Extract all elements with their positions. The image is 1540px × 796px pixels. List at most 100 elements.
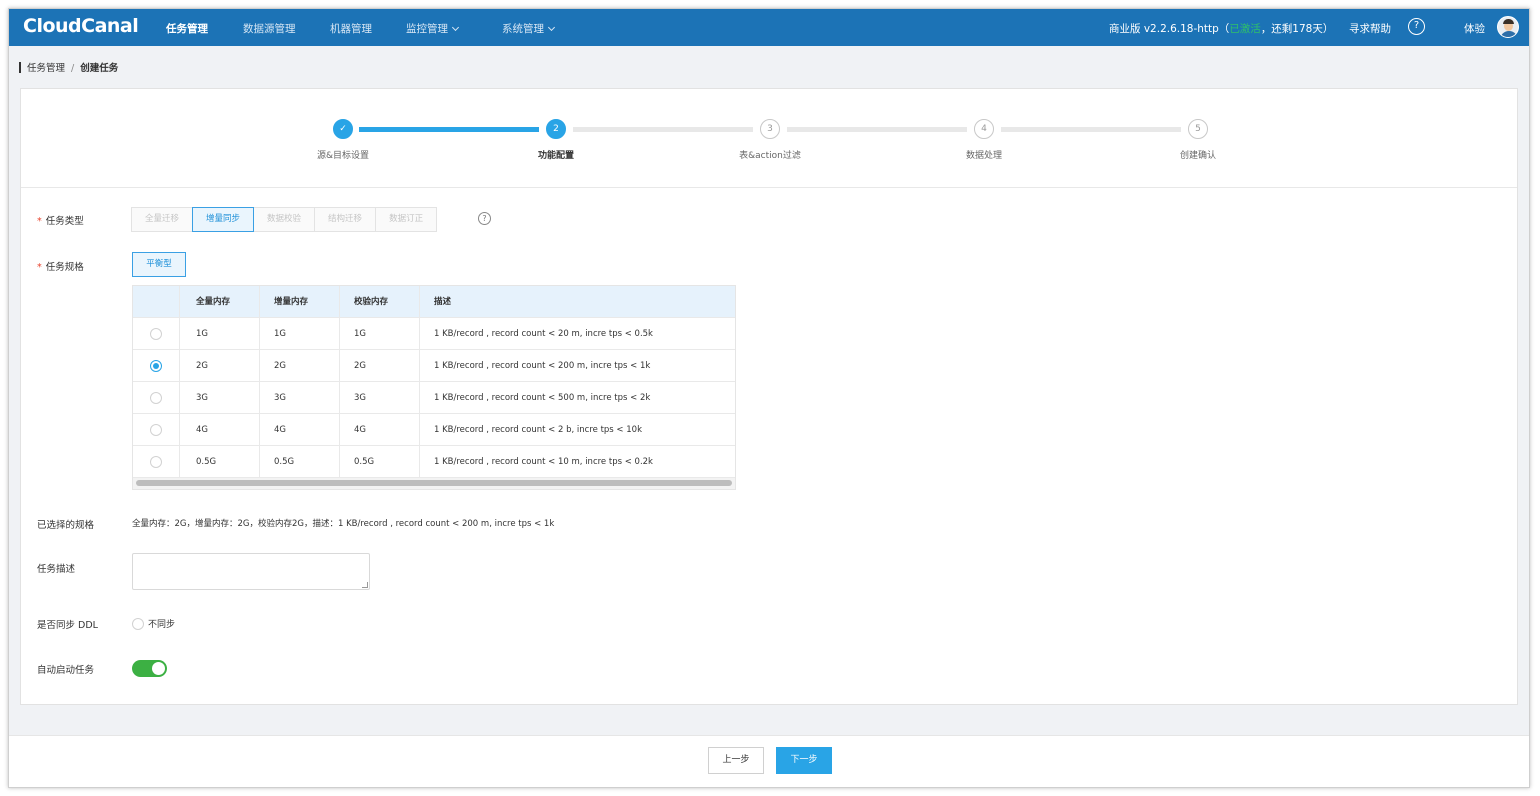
footer-bar: 上一步 下一步	[9, 735, 1529, 787]
cell-description: 1 KB/record , record count < 2 b, incre …	[419, 414, 735, 445]
cell-description: 1 KB/record , record count < 20 m, incre…	[419, 318, 735, 349]
step-4-circle: 4	[974, 119, 994, 139]
cell-incr-memory: 1G	[259, 318, 339, 349]
required-mark: *	[37, 262, 42, 273]
version-suffix: ，还剩178天）	[1260, 23, 1334, 35]
breadcrumb-parent[interactable]: 任务管理	[27, 63, 65, 74]
step-connector-4	[1001, 127, 1181, 132]
step-1-done-icon: ✓	[333, 119, 353, 139]
step-3-circle: 3	[760, 119, 780, 139]
create-task-card: ✓ 2 3 4 5 源&目标设置 功能配置 表&action过滤 数据处理 创建…	[20, 88, 1518, 705]
avatar-hair-shape	[1503, 19, 1514, 24]
table-row[interactable]: 1G 1G 1G 1 KB/record , record count < 20…	[133, 318, 735, 350]
nav-item-task-management[interactable]: 任务管理	[166, 21, 208, 36]
table-header-row: 全量内存 增量内存 校验内存 描述	[133, 286, 735, 318]
table-row[interactable]: 0.5G 0.5G 0.5G 1 KB/record , record coun…	[133, 446, 735, 478]
task-type-incremental-sync[interactable]: 增量同步	[192, 207, 255, 232]
chevron-down-icon	[451, 23, 460, 32]
spec-balanced-tab[interactable]: 平衡型	[132, 252, 186, 277]
cell-check-memory: 0.5G	[339, 446, 419, 477]
version-prefix: 商业版 v2.2.6.18-http（	[1109, 23, 1230, 35]
task-type-selector: 全量迁移 增量同步 数据校验 结构迁移 数据订正	[131, 207, 438, 232]
scrollbar-thumb[interactable]	[136, 480, 732, 486]
steps-divider	[21, 187, 1517, 188]
column-header-description: 描述	[419, 286, 735, 317]
table-row[interactable]: 2G 2G 2G 1 KB/record , record count < 20…	[133, 350, 735, 382]
selected-spec-label: 已选择的规格	[37, 520, 95, 531]
step-2-label: 功能配置	[537, 151, 574, 161]
task-type-label: * 任务类型	[37, 213, 84, 227]
step-3-label: 表&action过滤	[739, 151, 801, 161]
step-5-label: 创建确认	[1179, 151, 1216, 161]
selected-spec-value: 全量内存：2G，增量内存：2G，校验内存2G，描述：1 KB/record , …	[132, 519, 555, 529]
spec-radio[interactable]	[150, 455, 162, 468]
task-type-data-correction[interactable]: 数据订正	[375, 207, 438, 232]
cell-incr-memory: 4G	[259, 414, 339, 445]
step-1-label: 源&目标设置	[316, 151, 370, 161]
auto-start-label: 自动启动任务	[37, 665, 95, 676]
step-connector-1	[359, 127, 539, 132]
cell-check-memory: 1G	[339, 318, 419, 349]
step-4-label: 数据处理	[965, 151, 1002, 161]
avatar[interactable]	[1497, 16, 1519, 38]
app-window: CloudCanal 任务管理 数据源管理 机器管理 监控管理 系统管理 商业版…	[8, 8, 1530, 788]
prev-step-button[interactable]: 上一步	[708, 747, 764, 774]
nav-item-datasource-management[interactable]: 数据源管理	[243, 21, 296, 36]
chevron-down-icon	[547, 23, 556, 32]
spec-radio[interactable]	[150, 327, 162, 340]
top-navbar: CloudCanal 任务管理 数据源管理 机器管理 监控管理 系统管理 商业版…	[9, 9, 1529, 46]
table-horizontal-scrollbar[interactable]	[133, 478, 735, 489]
step-connector-2	[573, 127, 753, 132]
avatar-body-shape	[1500, 31, 1518, 37]
task-type-full-migration[interactable]: 全量迁移	[131, 207, 194, 232]
breadcrumb: 任务管理 / 创建任务	[19, 60, 118, 74]
step-connector-3	[787, 127, 967, 132]
task-desc-label: 任务描述	[37, 564, 76, 575]
ddl-sync-label: 是否同步 DDL	[37, 620, 98, 631]
nav-item-system-label: 系统管理	[502, 23, 544, 35]
toggle-knob	[152, 662, 165, 675]
next-step-button[interactable]: 下一步	[776, 747, 832, 774]
cell-full-memory: 4G	[179, 414, 259, 445]
question-circle-icon[interactable]: ?	[478, 212, 491, 225]
cell-description: 1 KB/record , record count < 500 m, incr…	[419, 382, 735, 413]
cell-check-memory: 4G	[339, 414, 419, 445]
step-5-circle: 5	[1188, 119, 1208, 139]
table-row[interactable]: 4G 4G 4G 1 KB/record , record count < 2 …	[133, 414, 735, 446]
cell-description: 1 KB/record , record count < 200 m, incr…	[419, 350, 735, 381]
help-link[interactable]: 寻求帮助	[1349, 21, 1391, 36]
task-type-label-text: 任务类型	[45, 216, 84, 227]
app-logo[interactable]: CloudCanal	[23, 15, 139, 37]
ddl-no-sync-label: 不同步	[148, 620, 176, 630]
cell-full-memory: 0.5G	[179, 446, 259, 477]
column-header-check-memory: 校验内存	[339, 286, 419, 317]
breadcrumb-separator: /	[71, 63, 75, 74]
task-type-schema-migration[interactable]: 结构迁移	[314, 207, 377, 232]
table-row[interactable]: 3G 3G 3G 1 KB/record , record count < 50…	[133, 382, 735, 414]
column-header-incr-memory: 增量内存	[259, 286, 339, 317]
auto-start-toggle[interactable]	[132, 660, 167, 677]
task-desc-textarea[interactable]	[132, 553, 370, 590]
help-question-icon[interactable]: ?	[1408, 18, 1425, 35]
spec-radio-selected[interactable]	[150, 359, 162, 372]
spec-radio[interactable]	[150, 423, 162, 436]
column-header-full-memory: 全量内存	[179, 286, 259, 317]
cell-incr-memory: 0.5G	[259, 446, 339, 477]
nav-item-machine-management[interactable]: 机器管理	[330, 21, 372, 36]
cell-check-memory: 3G	[339, 382, 419, 413]
cell-full-memory: 2G	[179, 350, 259, 381]
cell-incr-memory: 2G	[259, 350, 339, 381]
user-name[interactable]: 体验	[1464, 21, 1485, 36]
textarea-resize-handle[interactable]	[362, 582, 368, 588]
task-spec-label-text: 任务规格	[45, 262, 84, 273]
task-type-data-verify[interactable]: 数据校验	[253, 207, 316, 232]
ddl-no-sync-option[interactable]: 不同步	[132, 617, 175, 630]
nav-item-monitor-management[interactable]: 监控管理	[406, 21, 460, 36]
cell-description: 1 KB/record , record count < 10 m, incre…	[419, 446, 735, 477]
cell-incr-memory: 3G	[259, 382, 339, 413]
cell-full-memory: 3G	[179, 382, 259, 413]
spec-radio[interactable]	[150, 391, 162, 404]
version-info: 商业版 v2.2.6.18-http（已激活，还剩178天）	[1109, 21, 1333, 36]
ddl-no-sync-radio[interactable]	[132, 617, 144, 630]
nav-item-system-management[interactable]: 系统管理	[502, 21, 556, 36]
